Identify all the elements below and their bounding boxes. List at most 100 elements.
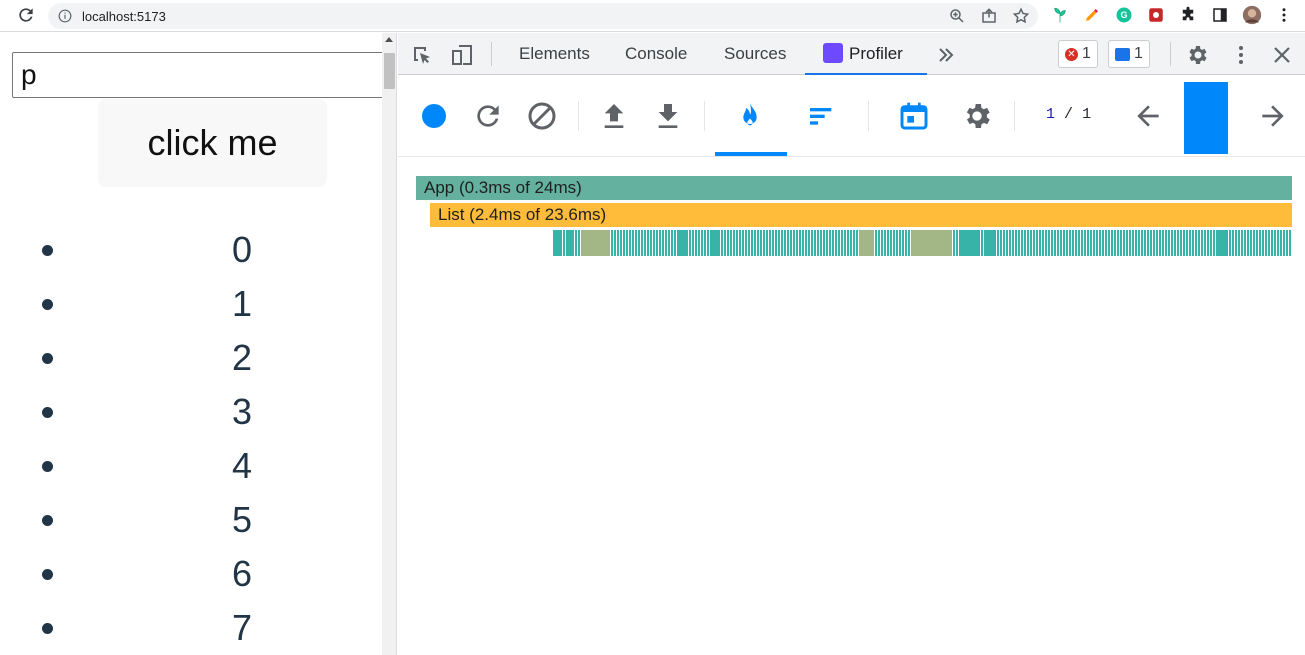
flame-bar-item[interactable] bbox=[638, 230, 640, 256]
flame-bar-item[interactable] bbox=[1054, 230, 1056, 256]
flame-bar-item[interactable] bbox=[1087, 230, 1089, 256]
upload-icon[interactable] bbox=[598, 100, 630, 132]
flame-bar-item[interactable] bbox=[1075, 230, 1077, 256]
flame-bar-item[interactable] bbox=[724, 230, 726, 256]
flame-bar-item[interactable] bbox=[662, 230, 664, 256]
flame-bar-item[interactable] bbox=[650, 230, 652, 256]
flame-bar-item[interactable] bbox=[1141, 230, 1143, 256]
flame-bar-item[interactable] bbox=[581, 230, 610, 256]
extension-red-icon[interactable] bbox=[1146, 5, 1166, 25]
flame-bar-item[interactable] bbox=[1201, 230, 1203, 256]
flame-bar-item[interactable] bbox=[1210, 230, 1212, 256]
flame-bar-item[interactable] bbox=[1262, 230, 1264, 256]
flame-bar-item[interactable] bbox=[665, 230, 667, 256]
reload-page-icon[interactable] bbox=[16, 5, 36, 25]
extension-plant-icon[interactable] bbox=[1050, 5, 1070, 25]
flame-bar-item[interactable] bbox=[981, 230, 983, 256]
flame-bar-item[interactable] bbox=[1232, 230, 1234, 256]
arrow-right-icon[interactable] bbox=[1257, 100, 1289, 132]
flame-bar-item[interactable] bbox=[796, 230, 798, 256]
flame-bar-item[interactable] bbox=[656, 230, 658, 256]
flame-bar-item[interactable] bbox=[1045, 230, 1047, 256]
flame-bar-item[interactable] bbox=[674, 230, 676, 256]
extension-pen-icon[interactable] bbox=[1082, 5, 1102, 25]
flame-bar-item[interactable] bbox=[890, 230, 892, 256]
flame-bar-item[interactable] bbox=[984, 230, 996, 256]
flame-bar-item[interactable] bbox=[808, 230, 810, 256]
flame-bar-item[interactable] bbox=[829, 230, 831, 256]
flame-bar-list[interactable]: List (2.4ms of 23.6ms) bbox=[430, 203, 1292, 227]
flame-bar-item[interactable] bbox=[784, 230, 786, 256]
flame-bar-item[interactable] bbox=[899, 230, 901, 256]
flame-bar-item[interactable] bbox=[1090, 230, 1092, 256]
flame-bar-item[interactable] bbox=[905, 230, 907, 256]
flame-bar-item[interactable] bbox=[956, 230, 958, 256]
click-me-button[interactable]: click me bbox=[98, 99, 327, 187]
page-scrollbar[interactable] bbox=[382, 33, 397, 655]
flame-bar-item[interactable] bbox=[677, 230, 688, 256]
flame-bar-item[interactable] bbox=[739, 230, 741, 256]
flame-bar-item[interactable] bbox=[760, 230, 762, 256]
back-icon[interactable]: ‹ bbox=[0, 8, 1, 24]
tab-sources[interactable]: Sources bbox=[724, 33, 786, 75]
flame-bar-item[interactable] bbox=[721, 230, 723, 256]
flame-bar-item[interactable] bbox=[727, 230, 729, 256]
flame-bar-item[interactable] bbox=[563, 230, 565, 256]
flame-bar-item[interactable] bbox=[1174, 230, 1176, 256]
flame-bar-item[interactable] bbox=[1189, 230, 1191, 256]
flame-bar-item[interactable] bbox=[578, 230, 580, 256]
flame-bar-item[interactable] bbox=[635, 230, 637, 256]
flame-bar-item[interactable] bbox=[754, 230, 756, 256]
flame-bar-item[interactable] bbox=[736, 230, 738, 256]
error-count-badge[interactable]: ✕ 1 bbox=[1058, 40, 1098, 68]
flame-bar-item[interactable] bbox=[1084, 230, 1086, 256]
flame-bar-item[interactable] bbox=[902, 230, 904, 256]
flame-bar-item[interactable] bbox=[1048, 230, 1050, 256]
scroll-up-arrow-icon[interactable] bbox=[385, 37, 393, 42]
flame-bar-app[interactable]: App (0.3ms of 24ms) bbox=[416, 176, 1292, 200]
flame-bar-item[interactable] bbox=[626, 230, 628, 256]
flame-bar-item[interactable] bbox=[953, 230, 955, 256]
flame-bar-item[interactable] bbox=[1235, 230, 1237, 256]
flame-bar-item[interactable] bbox=[1108, 230, 1110, 256]
flame-bar-item[interactable] bbox=[1138, 230, 1140, 256]
gear-icon[interactable] bbox=[961, 100, 993, 132]
flame-bar-item[interactable] bbox=[695, 230, 697, 256]
flame-bar-item[interactable] bbox=[1126, 230, 1128, 256]
flame-bar-item[interactable] bbox=[853, 230, 855, 256]
flame-bar-item[interactable] bbox=[698, 230, 700, 256]
more-tabs-chevron-icon[interactable] bbox=[934, 43, 958, 67]
site-info-icon[interactable] bbox=[58, 9, 72, 23]
flame-bar-item[interactable] bbox=[1147, 230, 1149, 256]
bookmark-star-icon[interactable] bbox=[1012, 7, 1030, 25]
flame-bar-item[interactable] bbox=[617, 230, 619, 256]
flame-bar-item[interactable] bbox=[1265, 230, 1267, 256]
commit-bar[interactable] bbox=[1184, 82, 1228, 152]
flame-bar-item[interactable] bbox=[1216, 230, 1228, 256]
flame-bar-item[interactable] bbox=[1057, 230, 1059, 256]
flame-bar-item[interactable] bbox=[1042, 230, 1044, 256]
flame-bar-item[interactable] bbox=[1274, 230, 1276, 256]
flame-bar-item[interactable] bbox=[1195, 230, 1197, 256]
side-panel-icon[interactable] bbox=[1210, 5, 1230, 25]
share-icon[interactable] bbox=[980, 7, 998, 25]
flame-bar-item[interactable] bbox=[730, 230, 732, 256]
flame-bar-item[interactable] bbox=[811, 230, 813, 256]
flame-bar-item[interactable] bbox=[778, 230, 780, 256]
flame-bar-item[interactable] bbox=[769, 230, 771, 256]
flame-bar-item[interactable] bbox=[647, 230, 649, 256]
flame-bar-item[interactable] bbox=[1156, 230, 1158, 256]
flame-bar-item[interactable] bbox=[878, 230, 880, 256]
flame-bar-item[interactable] bbox=[1066, 230, 1068, 256]
flame-bar-item[interactable] bbox=[1213, 230, 1215, 256]
flame-bar-item[interactable] bbox=[1003, 230, 1005, 256]
flame-bar-item[interactable] bbox=[1177, 230, 1179, 256]
flame-bar-item[interactable] bbox=[1183, 230, 1185, 256]
flame-bar-item[interactable] bbox=[1198, 230, 1200, 256]
scroll-thumb[interactable] bbox=[384, 53, 395, 89]
flame-bar-item[interactable] bbox=[817, 230, 819, 256]
close-devtools-icon[interactable] bbox=[1270, 43, 1294, 67]
flame-bar-item[interactable] bbox=[668, 230, 670, 256]
flame-bar-item[interactable] bbox=[653, 230, 655, 256]
flame-bar-item[interactable] bbox=[1093, 230, 1095, 256]
